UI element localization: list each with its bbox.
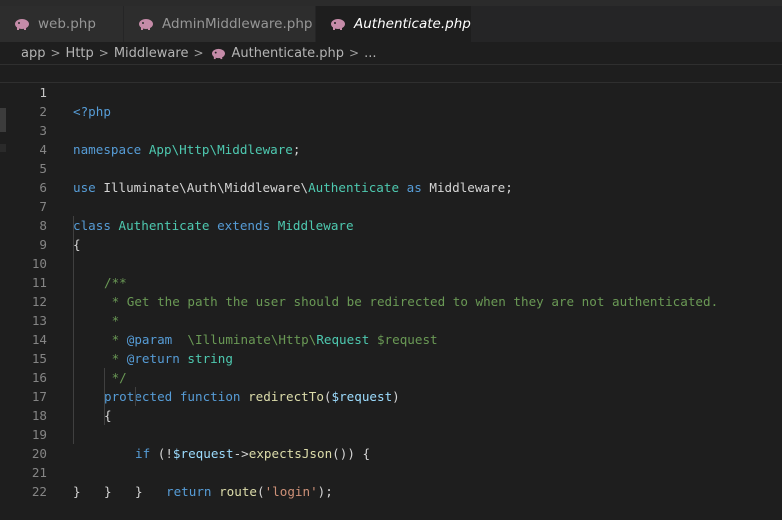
indent-guide — [104, 387, 105, 406]
indent-guide — [73, 311, 74, 330]
editor-tab-bar: web.php AdminMiddleware.php Authenticate… — [0, 6, 782, 42]
php-elephant-icon — [330, 17, 346, 31]
breadcrumb: app > Http > Middleware > Authenticate.p… — [0, 42, 782, 64]
code-line: 21 } — [0, 444, 782, 499]
code-line: 17 if (!$request->expectsJson()) { — [0, 368, 782, 461]
tab-adminmiddleware-php[interactable]: AdminMiddleware.php — [124, 6, 316, 42]
code-line: 7 class Authenticate extends Middleware — [0, 178, 782, 233]
indent-guide — [104, 406, 105, 425]
line-code: return route('login'); — [166, 484, 333, 499]
tab-label: AdminMiddleware.php — [162, 16, 313, 32]
indent-guide — [73, 406, 74, 425]
breadcrumb-item-middleware[interactable]: Middleware — [114, 46, 189, 61]
code-line: 11 * — [0, 254, 782, 328]
code-line: 14 */ — [0, 311, 782, 385]
breadcrumb-item-http[interactable]: Http — [66, 46, 94, 61]
line-code: } — [104, 484, 112, 499]
indent-guide — [73, 425, 74, 444]
code-line: 10 * Get the path the user should be red… — [0, 235, 782, 309]
code-line: 18 return route('login'); — [0, 387, 782, 499]
code-line: 8 { — [0, 197, 782, 252]
code-line: 16 { — [0, 349, 782, 423]
indent-guide — [73, 387, 74, 406]
tab-web-php[interactable]: web.php — [0, 6, 124, 42]
code-line: 4 — [0, 121, 782, 157]
code-line: 6 — [0, 159, 782, 195]
code-line: 22 — [0, 463, 782, 499]
line-code: } — [73, 484, 81, 499]
indent-guide — [73, 273, 74, 292]
indent-guide — [135, 387, 136, 406]
tab-label: Authenticate.php — [354, 16, 471, 32]
indent-guide — [73, 292, 74, 311]
indent-guide — [104, 368, 105, 387]
indent-guide — [73, 349, 74, 368]
breadcrumb-item-symbols[interactable]: ... — [364, 46, 376, 61]
chevron-right-icon: > — [349, 46, 360, 60]
chevron-right-icon: > — [98, 46, 109, 60]
php-elephant-icon — [138, 17, 154, 31]
indent-guide — [73, 330, 74, 349]
code-line: 2 — [0, 83, 782, 119]
indent-guide — [73, 368, 74, 387]
code-line: 9 /** — [0, 216, 782, 290]
indent-guide — [73, 216, 74, 235]
breadcrumb-item-file[interactable]: Authenticate.php — [232, 46, 345, 61]
code-line: 19 } — [0, 406, 782, 499]
line-number: 22 — [31, 484, 47, 499]
indent-guide — [73, 235, 74, 254]
code-line: 5 use Illuminate\Auth\Middleware\Authent… — [0, 140, 782, 195]
code-line: 3 namespace App\Http\Middleware; — [0, 102, 782, 157]
code-line: 12 * @param \Illuminate\Http\Request $re… — [0, 273, 782, 347]
tab-authenticate-php[interactable]: Authenticate.php ✕ — [316, 6, 472, 42]
breadcrumb-item-app[interactable]: app — [21, 46, 45, 61]
code-editor[interactable]: 1 <?php 2 3 namespace App\Http\Middlewar… — [0, 64, 782, 513]
line-code: } — [135, 484, 143, 499]
chevron-right-icon: > — [50, 46, 61, 60]
code-line: 1 <?php — [0, 64, 782, 119]
tab-label: web.php — [38, 16, 96, 32]
code-line: 15 protected function redirectTo($reques… — [0, 330, 782, 404]
code-line: 20 } — [0, 425, 782, 499]
code-line: 13 * @return string — [0, 292, 782, 366]
php-elephant-icon — [211, 47, 226, 60]
indent-guide — [73, 254, 74, 273]
php-elephant-icon — [14, 17, 30, 31]
chevron-right-icon: > — [193, 46, 204, 60]
